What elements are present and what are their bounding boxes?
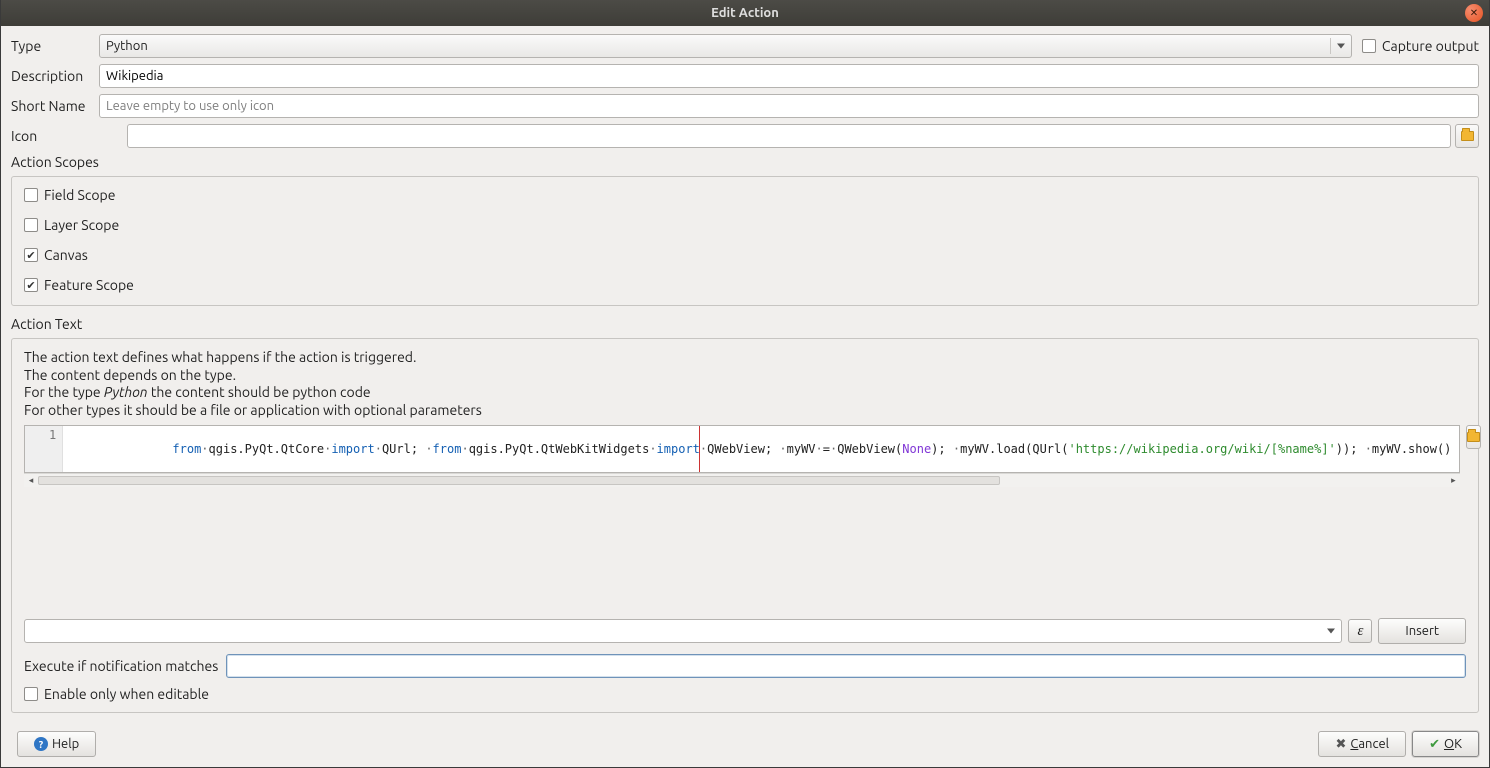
insert-label: Insert	[1405, 624, 1439, 638]
checkbox-box: ✔	[24, 278, 38, 292]
scope-canvas-label: Canvas	[44, 247, 88, 263]
code-editor-wrap: 1 from·qgis.PyQt.QtCore·import·QUrl; ·fr…	[24, 425, 1460, 487]
type-label: Type	[11, 38, 99, 54]
action-text-group-label: Action Text	[11, 316, 1479, 332]
enable-editable-checkbox[interactable]: Enable only when editable	[24, 686, 1466, 702]
margin-line	[699, 426, 700, 472]
cancel-button[interactable]: ✖ Cancel	[1318, 731, 1406, 757]
chevron-down-icon	[1327, 629, 1335, 634]
help-icon: ?	[34, 737, 48, 751]
type-value: Python	[106, 39, 148, 53]
type-select[interactable]: Python	[99, 34, 1352, 58]
checkbox-box: ✔	[24, 248, 38, 262]
help-button[interactable]: ? Help	[17, 731, 96, 757]
cancel-label: Cancel	[1350, 737, 1389, 751]
scroll-thumb[interactable]	[38, 476, 1000, 485]
description-label: Description	[11, 68, 99, 84]
ok-label: OK	[1444, 737, 1462, 751]
window-titlebar: Edit Action ✕	[1, 0, 1489, 26]
exec-notification-input[interactable]	[226, 654, 1466, 678]
exec-notification-row: Execute if notification matches	[24, 654, 1466, 678]
shortname-label: Short Name	[11, 98, 99, 114]
scope-field-label: Field Scope	[44, 187, 115, 203]
scroll-right-icon: ▸	[1446, 474, 1460, 487]
window-title: Edit Action	[711, 6, 779, 20]
code-editor[interactable]: 1 from·qgis.PyQt.QtCore·import·QUrl; ·fr…	[24, 425, 1460, 473]
checkbox-box	[24, 188, 38, 202]
ok-icon: ✔	[1429, 737, 1440, 752]
icon-path-input[interactable]	[127, 124, 1451, 148]
capture-output-label: Capture output	[1382, 38, 1479, 54]
ok-button[interactable]: ✔ OK	[1412, 731, 1479, 757]
capture-output-checkbox[interactable]: Capture output	[1362, 38, 1479, 54]
description-input[interactable]	[99, 64, 1479, 88]
code-editor-row: 1 from·qgis.PyQt.QtCore·import·QUrl; ·fr…	[24, 425, 1466, 610]
scopes-group-label: Action Scopes	[11, 154, 1479, 170]
scope-layer[interactable]: Layer Scope	[24, 217, 1466, 233]
scope-feature-label: Feature Scope	[44, 277, 134, 293]
expression-combo[interactable]	[24, 619, 1342, 643]
scope-field[interactable]: Field Scope	[24, 187, 1466, 203]
select-separator	[1330, 38, 1331, 54]
close-icon: ✕	[1470, 7, 1478, 19]
scope-canvas[interactable]: ✔ Canvas	[24, 247, 1466, 263]
icon-browse-button[interactable]	[1455, 124, 1479, 148]
enable-editable-label: Enable only when editable	[44, 686, 209, 702]
scope-feature[interactable]: ✔ Feature Scope	[24, 277, 1466, 293]
checkbox-box	[24, 218, 38, 232]
action-text-group: The action text defines what happens if …	[11, 338, 1479, 713]
help-label: Help	[52, 737, 79, 751]
type-row: Type Python Capture output	[11, 34, 1479, 58]
cancel-icon: ✖	[1335, 737, 1346, 752]
epsilon-icon: ε	[1357, 623, 1363, 640]
shortname-row: Short Name	[11, 94, 1479, 118]
description-row: Description	[11, 64, 1479, 88]
scroll-left-icon: ◂	[24, 474, 38, 487]
expression-builder-button[interactable]: ε	[1348, 619, 1372, 643]
horizontal-scrollbar[interactable]: ◂ ▸	[24, 473, 1460, 487]
icon-label: Icon	[11, 128, 127, 144]
scopes-group: Field Scope Layer Scope ✔ Canvas ✔ Featu…	[11, 176, 1479, 306]
expression-row: ε Insert	[24, 618, 1466, 644]
action-text-help: The action text defines what happens if …	[24, 349, 1466, 419]
line-gutter: 1	[25, 426, 63, 472]
code-browse-button[interactable]	[1466, 425, 1481, 449]
chevron-down-icon	[1337, 44, 1345, 49]
dialog-footer: ? Help ✖ Cancel ✔ OK	[1, 723, 1489, 767]
folder-icon	[1467, 432, 1480, 442]
scope-layer-label: Layer Scope	[44, 217, 119, 233]
edit-action-window: Edit Action ✕ Type Python Capture output…	[0, 0, 1490, 768]
insert-button[interactable]: Insert	[1378, 618, 1466, 644]
folder-icon	[1461, 131, 1474, 141]
exec-notification-label: Execute if notification matches	[24, 658, 218, 674]
code-content[interactable]: from·qgis.PyQt.QtCore·import·QUrl; ·from…	[63, 426, 1459, 472]
line-number: 1	[49, 428, 56, 442]
icon-row: Icon	[11, 124, 1479, 148]
window-close-button[interactable]: ✕	[1465, 4, 1483, 22]
checkbox-box	[1362, 39, 1376, 53]
shortname-input[interactable]	[99, 94, 1479, 118]
checkbox-box	[24, 687, 38, 701]
dialog-body: Type Python Capture output Description S…	[1, 26, 1489, 723]
